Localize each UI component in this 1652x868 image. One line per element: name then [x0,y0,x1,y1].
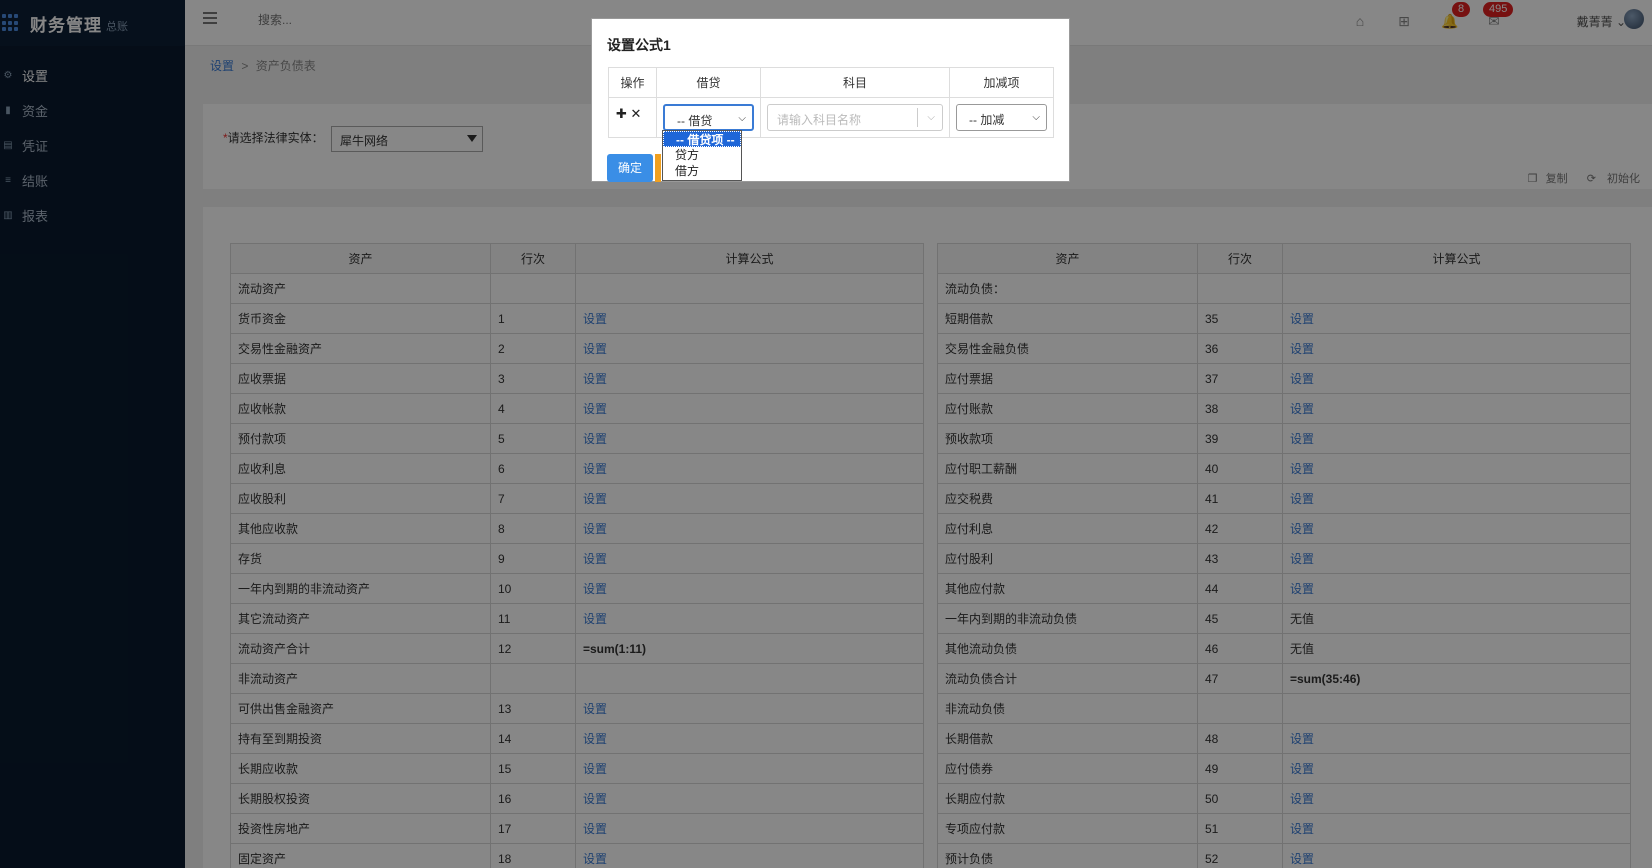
chevron-down-icon: ⌵ [1032,112,1040,123]
dropdown-option[interactable]: 贷方 [663,147,741,163]
cancel-button[interactable] [655,154,661,182]
col-header-subject: 科目 [760,67,950,98]
dialog-title: 设置公式1 [607,37,671,53]
debit-credit-value: -- 借贷 [677,114,713,128]
debit-credit-select[interactable]: -- 借贷 ⌵ [663,104,754,131]
col-header-plus-minus: 加减项 [949,67,1054,98]
col-header-debit-credit: 借贷 [656,67,761,98]
plus-minus-value: -- 加减 [969,113,1005,127]
formula-table: 操作 借贷 科目 加减项 ✚ ✕ -- 借贷 ⌵ 请输入科目名称 ⌵ -- 加减 ⌵ [608,67,1054,138]
dropdown-option[interactable]: 借方 [663,163,741,179]
subject-input[interactable]: 请输入科目名称 ⌵ [767,104,943,131]
col-header-ops: 操作 [608,67,657,98]
confirm-button[interactable]: 确定 [607,154,653,182]
plus-minus-select[interactable]: -- 加减 ⌵ [956,104,1047,131]
row-ops: ✚ ✕ [608,97,657,138]
dropdown-option[interactable]: -- 借贷项 -- [663,131,741,147]
chevron-down-icon: ⌵ [738,113,746,124]
chevron-down-icon: ⌵ [927,112,935,123]
remove-row-icon[interactable]: ✕ [631,106,642,121]
subject-placeholder: 请输入科目名称 [777,113,862,127]
add-row-icon[interactable]: ✚ [616,106,627,121]
debit-credit-dropdown: -- 借贷项 -- 贷方 借方 [662,130,742,181]
divider [917,108,918,127]
